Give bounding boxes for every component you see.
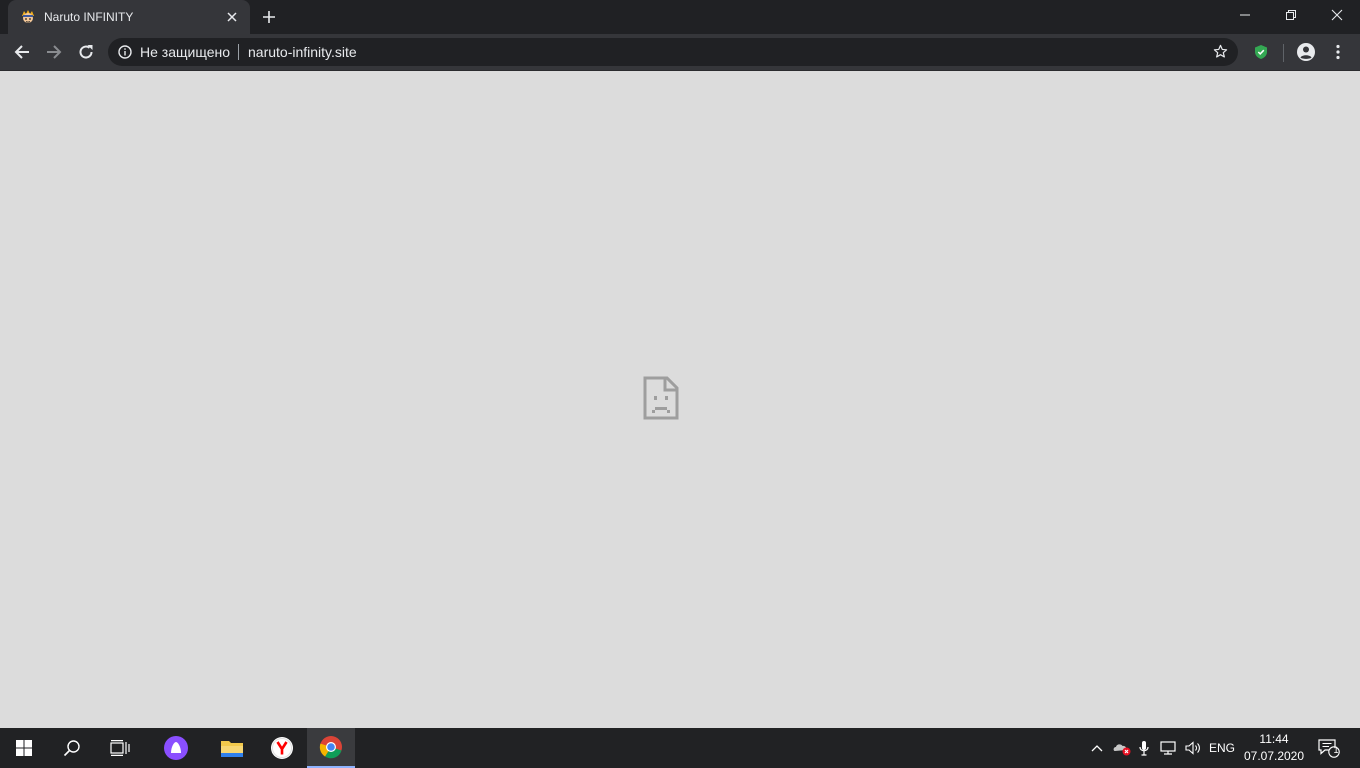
microphone-icon <box>1139 741 1149 756</box>
alice-assistant-button[interactable] <box>152 728 200 768</box>
volume-button[interactable] <box>1181 728 1205 768</box>
chevron-up-icon <box>1091 745 1103 752</box>
forward-button[interactable] <box>40 38 68 66</box>
toolbar-divider <box>1283 44 1284 62</box>
browser-menu-button[interactable] <box>1324 38 1352 66</box>
page-content <box>0 71 1360 728</box>
task-view-icon <box>110 740 130 756</box>
input-language-button[interactable]: ENG <box>1206 728 1238 768</box>
tab-title: Naruto INFINITY <box>44 10 134 24</box>
clock[interactable]: 11:44 07.07.2020 <box>1240 728 1308 768</box>
info-icon[interactable] <box>118 45 132 59</box>
new-tab-button[interactable] <box>259 7 279 27</box>
close-window-button[interactable] <box>1314 0 1360 30</box>
tab-strip: Naruto INFINITY <box>0 0 1360 34</box>
browser-tab[interactable]: Naruto INFINITY <box>8 0 250 34</box>
clock-time: 11:44 <box>1259 732 1289 746</box>
file-explorer-button[interactable] <box>208 728 256 768</box>
extension-shield-button[interactable] <box>1247 38 1275 66</box>
cloud-error-icon <box>1113 744 1131 756</box>
minimize-button[interactable] <box>1222 0 1268 30</box>
kebab-menu-icon <box>1336 44 1340 60</box>
sad-document-icon <box>643 376 679 420</box>
reload-button[interactable] <box>72 38 100 66</box>
onedrive-status-button[interactable] <box>1110 728 1134 768</box>
profile-button[interactable] <box>1292 38 1320 66</box>
yandex-browser-icon <box>271 737 293 759</box>
alice-icon <box>164 736 188 760</box>
shield-icon <box>1255 45 1267 59</box>
url-text[interactable]: naruto-infinity.site <box>248 44 357 60</box>
notification-count-badge: 1 <box>1333 745 1339 755</box>
start-button[interactable] <box>0 728 48 768</box>
address-bar[interactable]: Не защищено naruto-infinity.site <box>108 38 1238 66</box>
clock-date: 07.07.2020 <box>1243 749 1305 763</box>
speaker-icon <box>1185 741 1200 755</box>
microphone-button[interactable] <box>1134 728 1154 768</box>
language-indicator: ENG <box>1208 741 1235 755</box>
action-center-button[interactable]: 1 <box>1314 728 1344 768</box>
restore-button[interactable] <box>1268 0 1314 30</box>
file-explorer-icon <box>221 741 243 757</box>
chrome-icon <box>319 736 342 759</box>
browser-toolbar: Не защищено naruto-infinity.site <box>0 34 1360 71</box>
security-status-label[interactable]: Не защищено <box>140 44 230 60</box>
network-icon <box>1160 741 1176 755</box>
search-button[interactable] <box>48 728 96 768</box>
tray-overflow-button[interactable] <box>1086 728 1108 768</box>
network-button[interactable] <box>1156 728 1180 768</box>
windows-taskbar: ENG 11:44 07.07.2020 1 <box>0 728 1360 768</box>
back-button[interactable] <box>8 38 36 66</box>
tab-close-icon[interactable] <box>224 9 240 25</box>
search-icon <box>63 740 80 757</box>
chrome-button[interactable] <box>307 728 355 768</box>
task-view-button[interactable] <box>96 728 144 768</box>
omnibox-divider <box>238 44 239 60</box>
avatar-icon <box>1297 43 1315 61</box>
bookmark-star-icon[interactable] <box>1213 44 1228 59</box>
windows-start-icon <box>16 740 32 756</box>
naruto-favicon-icon <box>22 10 34 23</box>
yandex-browser-button[interactable] <box>258 728 306 768</box>
